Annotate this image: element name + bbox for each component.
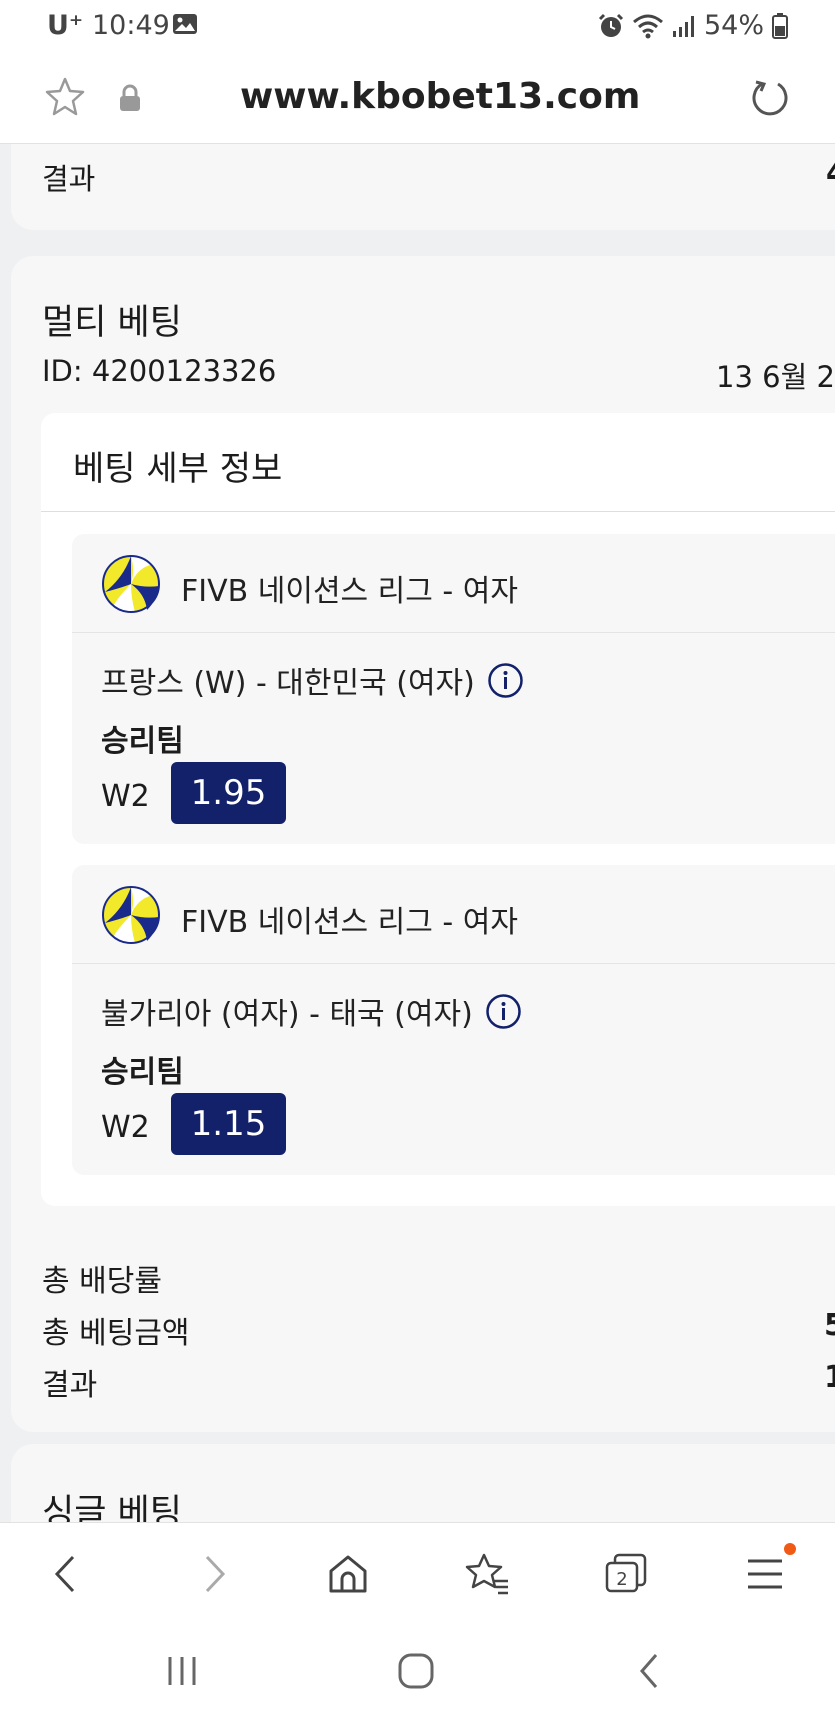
wifi-icon — [633, 14, 663, 38]
battery-icon — [772, 12, 788, 39]
result-label: 결과 — [42, 162, 96, 196]
total-stake-value: 5 — [824, 1308, 835, 1343]
multi-bet-card: 멀티 베팅 ID: 4200123326 13 6월 2 베팅 세부 정보 FI… — [11, 256, 835, 1432]
tabs-icon: 2 — [605, 1553, 647, 1593]
league-name: FIVB 네이션스 리그 - 여자 — [181, 905, 518, 940]
browser-toolbar: www.kbobet13.com — [0, 52, 835, 144]
alarm-icon — [598, 13, 624, 37]
tabs-button[interactable]: 2 — [603, 1551, 649, 1597]
divider — [41, 511, 835, 512]
outcome-label: W2 — [101, 779, 150, 814]
match-name: 프랑스 (W) - 대한민국 (여자) — [101, 666, 475, 701]
bet-date: 13 6월 2 — [716, 360, 835, 394]
match-line: 프랑스 (W) - 대한민국 (여자) — [101, 658, 524, 702]
card-title: 멀티 베팅 — [42, 303, 182, 343]
forward-button[interactable] — [189, 1551, 235, 1597]
status-icons: 54% — [598, 10, 788, 41]
bet-event: FIVB 네이션스 리그 - 여자 프랑스 (W) - 대한민국 (여자) 승리… — [72, 534, 835, 844]
event-header: FIVB 네이션스 리그 - 여자 — [72, 534, 835, 633]
result-value: 4 — [826, 156, 835, 190]
system-home-button[interactable] — [394, 1649, 438, 1693]
back-icon — [54, 1555, 75, 1593]
total-odds-label: 총 배당률 — [42, 1264, 162, 1299]
league-name: FIVB 네이션스 리그 - 여자 — [181, 574, 518, 609]
browser-bottom-nav: 2 — [0, 1522, 835, 1623]
info-icon[interactable] — [487, 662, 524, 699]
odds-badge: 1.15 — [171, 1093, 286, 1155]
clock: 10:49 — [92, 10, 170, 41]
card-title: 싱글 베팅 — [42, 1493, 182, 1522]
reload-icon[interactable] — [748, 76, 792, 120]
system-back-button[interactable] — [628, 1649, 672, 1693]
back-icon — [640, 1654, 658, 1688]
menu-button[interactable] — [742, 1551, 788, 1597]
bet-details-panel: 베팅 세부 정보 FIVB 네이션스 리그 - 여자 프랑스 (W) - 대한민… — [41, 413, 835, 1206]
home-button[interactable] — [325, 1551, 371, 1597]
outcome-label: W2 — [101, 1110, 150, 1145]
match-name: 불가리아 (여자) - 태국 (여자) — [101, 997, 473, 1032]
star-icon[interactable] — [44, 76, 86, 118]
volleyball-icon — [102, 886, 160, 944]
notification-dot — [784, 1543, 796, 1555]
system-nav-bar — [0, 1623, 835, 1717]
battery-percent: 54% — [703, 10, 764, 41]
url-text[interactable]: www.kbobet13.com — [240, 76, 640, 117]
match-line: 불가리아 (여자) - 태국 (여자) — [101, 989, 522, 1033]
page-content: 결과 4 멀티 베팅 ID: 4200123326 13 6월 2 베팅 세부 … — [0, 144, 835, 1522]
home-icon — [329, 1555, 367, 1593]
signal-icon — [672, 15, 694, 37]
home-button-icon — [398, 1653, 434, 1689]
bet-event: FIVB 네이션스 리그 - 여자 불가리아 (여자) - 태국 (여자) 승리… — [72, 865, 835, 1175]
odds-badge: 1.95 — [171, 762, 286, 824]
status-bar: U⁺ 10:49 54% — [0, 0, 835, 52]
previous-bet-card: 결과 4 — [11, 144, 835, 230]
forward-icon — [205, 1555, 226, 1593]
bet-id: ID: 4200123326 — [42, 354, 277, 388]
menu-icon — [748, 1559, 782, 1589]
recent-apps-button[interactable] — [160, 1649, 204, 1693]
tabs-count: 2 — [616, 1569, 627, 1590]
carrier-label: U⁺ — [47, 10, 84, 41]
back-button[interactable] — [45, 1551, 91, 1597]
single-bet-card: 싱글 베팅 — [11, 1444, 835, 1522]
event-header: FIVB 네이션스 리그 - 여자 — [72, 865, 835, 964]
total-stake-label: 총 베팅금액 — [42, 1316, 190, 1351]
bookmarks-button[interactable] — [464, 1551, 510, 1597]
details-title: 베팅 세부 정보 — [73, 449, 283, 489]
info-icon[interactable] — [485, 993, 522, 1030]
result-value: 11 — [824, 1360, 835, 1395]
result-label: 결과 — [42, 1368, 98, 1403]
volleyball-icon — [102, 555, 160, 613]
bookmarks-icon — [465, 1553, 508, 1595]
market-name: 승리팀 — [101, 724, 184, 759]
lock-icon[interactable] — [118, 84, 142, 112]
recent-apps-icon — [168, 1657, 196, 1685]
market-name: 승리팀 — [101, 1055, 184, 1090]
gallery-icon — [173, 14, 197, 34]
